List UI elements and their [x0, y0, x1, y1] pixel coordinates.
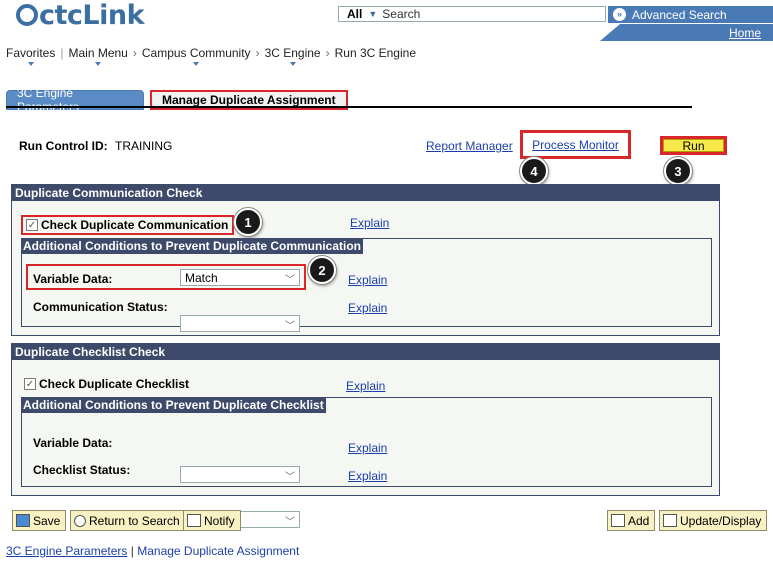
breadcrumb-campus-community[interactable]: Campus Community	[142, 46, 251, 60]
explain-link-comm-variable[interactable]: Explain	[348, 273, 387, 287]
save-button[interactable]: Save	[12, 510, 67, 531]
footer-current-page: Manage Duplicate Assignment	[137, 544, 300, 558]
add-record-icon	[611, 514, 625, 527]
duplicate-checklist-header: Duplicate Checklist Check	[12, 344, 719, 360]
chevron-down-icon: ﹀	[285, 517, 295, 528]
callout-3: 3	[664, 157, 692, 185]
notify-button[interactable]: Notify	[183, 510, 241, 531]
footer-links: 3C Engine Parameters | Manage Duplicate …	[6, 544, 300, 558]
notify-note-icon	[187, 514, 201, 527]
explain-link-check-comm[interactable]: Explain	[350, 216, 389, 230]
callout-1: 1	[234, 208, 262, 236]
checklist-status-label: Checklist Status:	[33, 463, 131, 477]
duplicate-communication-header: Duplicate Communication Check	[12, 185, 719, 201]
report-manager-link[interactable]: Report Manager	[426, 139, 513, 153]
return-to-search-button[interactable]: Return to Search	[70, 510, 186, 531]
callout-2: 2	[308, 256, 336, 284]
comm-status-label: Communication Status:	[33, 300, 168, 314]
ctclink-logo: ctcLink	[16, 0, 145, 31]
magnifier-icon	[74, 514, 86, 527]
check-duplicate-communication-checkbox[interactable]: ✓	[26, 219, 38, 231]
chevron-right-icon: ›	[255, 46, 260, 60]
footer-link-3c-engine-parameters[interactable]: 3C Engine Parameters	[6, 544, 127, 558]
comm-status-select[interactable]: ﹀	[180, 315, 300, 332]
run-button[interactable]: Run	[663, 139, 724, 153]
comm-additional-conditions-header: Additional Conditions to Prevent Duplica…	[22, 239, 364, 254]
update-display-icon	[663, 514, 677, 527]
check-duplicate-checklist-checkbox[interactable]: ✓	[24, 378, 36, 390]
explain-link-check-checklist[interactable]: Explain	[346, 379, 385, 393]
comm-variable-data-select[interactable]: Match ﹀	[180, 269, 300, 286]
breadcrumb: Favorites | Main Menu › Campus Community › 3C …	[6, 46, 416, 60]
chevron-right-icon: ›	[132, 46, 137, 60]
save-disk-icon	[16, 514, 30, 527]
search-input[interactable]: Search	[382, 7, 420, 21]
explain-link-checklist-status[interactable]: Explain	[348, 469, 387, 483]
callout-4: 4	[520, 157, 548, 185]
tab-divider	[6, 106, 692, 108]
chevron-down-icon: ﹀	[285, 321, 295, 332]
search-bar[interactable]: All ▼ Search	[338, 6, 606, 22]
search-scope[interactable]: All	[339, 7, 368, 21]
check-dup-checklist-row: ✓ Check Duplicate Checklist	[24, 377, 189, 391]
advanced-search-link[interactable]: Advanced Search	[632, 8, 727, 22]
logo-swirl-icon	[16, 4, 38, 26]
checklist-additional-conditions-header: Additional Conditions to Prevent Duplica…	[22, 398, 326, 413]
check-dup-comm-highlight: ✓ Check Duplicate Communication	[21, 215, 234, 235]
check-duplicate-checklist-label: Check Duplicate Checklist	[39, 377, 190, 391]
checklist-variable-data-label: Variable Data:	[33, 436, 113, 450]
run-highlight: Run	[660, 136, 727, 155]
process-monitor-highlight: Process Monitor	[520, 130, 631, 159]
check-duplicate-communication-label: Check Duplicate Communication	[41, 218, 229, 232]
process-monitor-link[interactable]: Process Monitor	[532, 138, 619, 152]
chevron-down-icon: ﹀	[285, 472, 295, 483]
comm-variable-data-label: Variable Data:	[33, 272, 113, 286]
chevron-down-icon: ﹀	[285, 275, 295, 286]
home-link[interactable]: Home	[729, 26, 761, 40]
explain-link-checklist-variable[interactable]: Explain	[348, 441, 387, 455]
run-control-label: Run Control ID:	[19, 139, 108, 153]
run-control-value: TRAINING	[115, 139, 173, 153]
explain-link-comm-status[interactable]: Explain	[348, 301, 387, 315]
add-button[interactable]: Add	[607, 510, 656, 531]
update-display-button[interactable]: Update/Display	[659, 510, 768, 531]
breadcrumb-favorites[interactable]: Favorites	[6, 46, 55, 60]
advanced-search-bar[interactable]: » Advanced Search	[608, 6, 773, 23]
checklist-variable-data-select[interactable]: ﹀	[180, 466, 300, 483]
scope-dropdown-icon[interactable]: ▼	[368, 9, 377, 19]
chevron-right-icon: ›	[325, 46, 330, 60]
breadcrumb-3c-engine[interactable]: 3C Engine	[265, 46, 321, 60]
breadcrumb-main-menu[interactable]: Main Menu	[68, 46, 127, 60]
double-chevron-icon: »	[613, 8, 626, 21]
breadcrumb-run-3c-engine: Run 3C Engine	[334, 46, 416, 60]
